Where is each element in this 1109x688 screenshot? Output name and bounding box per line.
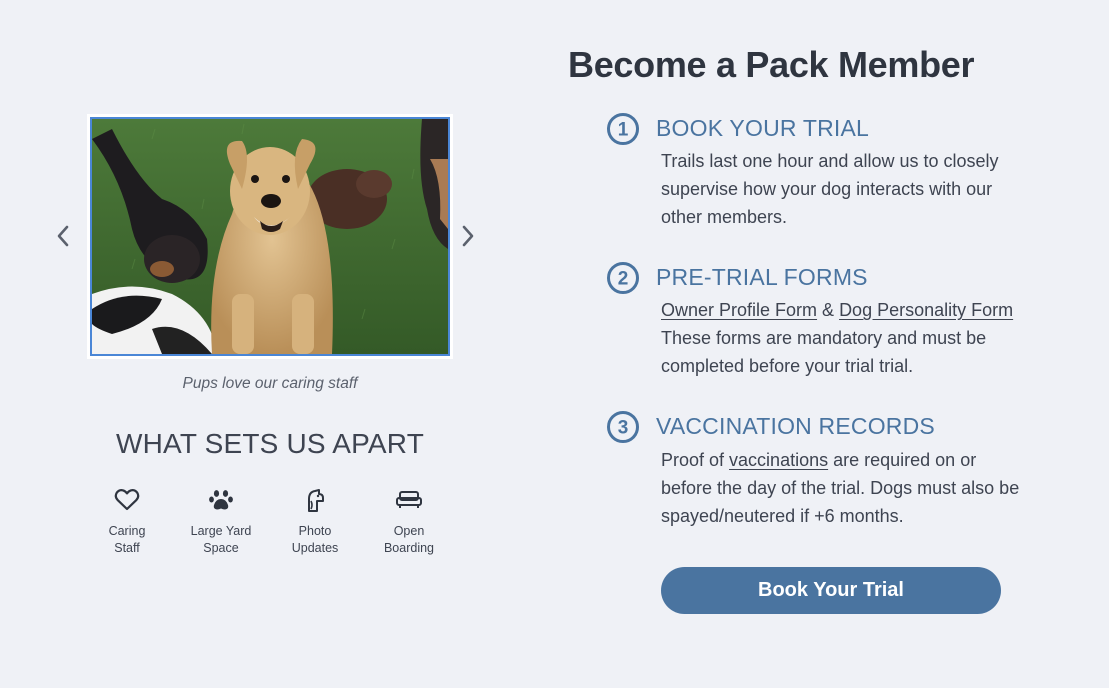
step-3-body-prefix: Proof of (661, 450, 730, 470)
feature-label: Caring Staff (108, 524, 146, 555)
chevron-right-icon (462, 225, 474, 247)
carousel-slide[interactable] (87, 114, 453, 359)
carousel-caption: Pups love our caring staff (182, 375, 358, 392)
ampersand-text: & (817, 300, 840, 320)
heart-icon (114, 489, 140, 511)
carousel-next-button[interactable] (454, 216, 482, 256)
photo-updates-icon (308, 489, 324, 512)
feature-open-boarding: Open Boarding (362, 487, 456, 557)
step-2-title: PRE-TRIAL FORMS (656, 264, 868, 290)
feature-label: Large Yard Space (190, 524, 252, 555)
chevron-left-icon (57, 225, 69, 247)
feature-photo-updates: Photo Updates (268, 487, 362, 557)
couch-icon (396, 491, 422, 508)
svg-text:1: 1 (618, 120, 629, 141)
step-1-description: Trails last one hour and allow us to clo… (661, 151, 999, 227)
section-title: Become a Pack Member (568, 44, 975, 85)
feature-label: Open Boarding (383, 524, 435, 555)
step-2-body-text: These forms are mandatory and must be co… (661, 328, 987, 376)
owner-profile-form-link[interactable]: Owner Profile Form (661, 300, 817, 320)
step-2-description: Owner Profile Form & Dog Personality For… (661, 296, 1021, 380)
step-3-title: VACCINATION RECORDS (656, 413, 935, 439)
feature-label: Photo Updates (291, 524, 339, 555)
step-2-number-icon: 2 (607, 262, 639, 294)
feature-large-yard: Large Yard Space (174, 487, 268, 557)
paw-icon (209, 490, 233, 510)
svg-text:2: 2 (618, 269, 629, 290)
feature-caring-staff: Caring Staff (80, 487, 174, 557)
features-list: Caring Staff Large Yard Space Photo Upda… (80, 487, 456, 557)
step-3-number-icon: 3 (607, 411, 639, 443)
vaccinations-link[interactable]: vaccinations (729, 450, 828, 470)
carousel-prev-button[interactable] (49, 216, 77, 256)
features-heading: WHAT SETS US APART (115, 428, 425, 459)
step-1-number-icon: 1 (607, 113, 639, 145)
dogs-photo (90, 117, 450, 356)
step-1-title: BOOK YOUR TRIAL (656, 115, 870, 141)
step-3-description: Proof of vaccinations are required on or… (661, 446, 1021, 530)
svg-text:3: 3 (618, 418, 629, 439)
book-trial-button[interactable]: Book Your Trial (661, 567, 1001, 614)
dog-personality-form-link[interactable]: Dog Personality Form (839, 300, 1013, 320)
